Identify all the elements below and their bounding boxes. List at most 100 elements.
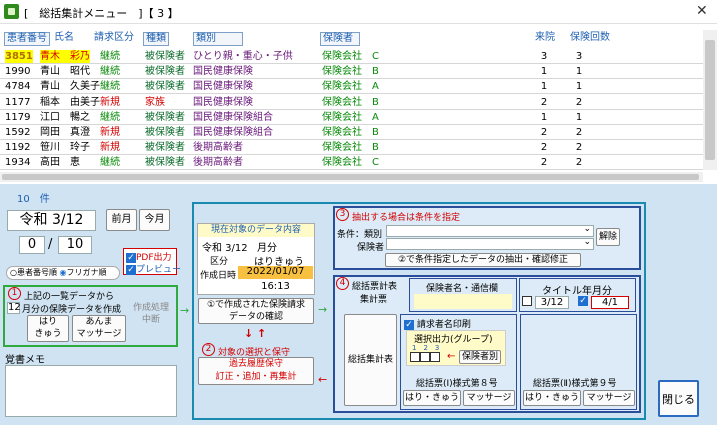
clear-condition-button[interactable]: 解除 <box>596 228 620 246</box>
header-insurer[interactable]: 保険者 <box>320 32 360 46</box>
preview-checkbox[interactable] <box>126 264 136 275</box>
group-2-checkbox[interactable] <box>420 352 430 362</box>
memo-label: 覚書メモ <box>5 355 45 366</box>
horizontal-scroll-thumb[interactable] <box>2 174 699 180</box>
visit-cell: 1 <box>540 81 548 93</box>
table-row[interactable]: 1179 江口 暢之 継続 被保険者 国民健康保険組合 保険会社 A 1 1 <box>0 110 703 125</box>
table-row[interactable]: 4784 青山 久美子 継続 被保険者 国民健康保険 保険会社 A 1 1 <box>0 79 703 95</box>
claimant-print-option[interactable]: 請求者名印刷 <box>404 317 471 330</box>
vertical-scroll-thumb[interactable] <box>705 40 715 160</box>
memo-textarea[interactable] <box>5 365 177 417</box>
form8-hari-button[interactable]: はり・きゅう <box>403 390 461 406</box>
insurance-times-cell: 1 <box>575 81 583 93</box>
page-total: 10 <box>58 236 92 254</box>
condition-insurer-select[interactable]: ⌄ <box>386 237 594 250</box>
insurer-cell: 保険会社 C <box>322 51 379 62</box>
extract-button[interactable]: ②で条件指定したデータの抽出・確認修正 <box>385 253 581 267</box>
radio-sort-id[interactable]: ○ <box>10 268 17 277</box>
step4-title: 総括票計表 <box>352 282 398 292</box>
patient-name-cell: 稲本 由美子 <box>40 96 100 108</box>
sort-radio-group: ○患者番号順 ◉フリガナ順 <box>6 266 120 280</box>
insurer-cell: 保険会社 A <box>322 111 379 123</box>
arrow-step1: → <box>180 304 190 317</box>
table-row[interactable]: 1934 高田 恵 継続 被保険者 後期高齢者 保険会社 C 2 2 <box>0 155 703 171</box>
visit-cell: 2 <box>540 142 548 154</box>
step4-number: 4 <box>336 277 349 290</box>
summary-table-button[interactable]: 総括集計表 <box>344 314 397 406</box>
header-name[interactable]: 氏名 <box>52 32 76 46</box>
insurance-times-cell: 2 <box>575 127 583 138</box>
created-date: 2022/01/07 <box>238 266 313 279</box>
table-row[interactable]: 1990 青山 昭代 継続 被保険者 国民健康保険 保険会社 B 1 1 <box>0 64 703 80</box>
table-row[interactable]: 1192 笹川 玲子 新規 被保険者 後期高齢者 保険会社 B 2 2 <box>0 140 703 156</box>
form9-label: 総括票(Ⅱ)様式第９号 <box>533 379 617 389</box>
visit-cell: 1 <box>540 111 548 123</box>
group-3-checkbox[interactable] <box>430 352 440 362</box>
record-count: 10 件 <box>17 194 50 205</box>
this-month-button[interactable]: 今月 <box>139 209 170 231</box>
app-icon <box>4 4 19 19</box>
kind-cell: 家族 <box>145 96 165 108</box>
header-visit[interactable]: 来院 <box>533 32 557 46</box>
created-time: 16:13 <box>261 281 290 292</box>
close-button[interactable]: 閉じる <box>658 380 699 417</box>
chevron-down-icon[interactable]: ⌄ <box>583 237 591 247</box>
header-patient-id[interactable]: 患者番号 <box>4 32 50 46</box>
current-data-title: 現在対象のデータ内容 <box>198 224 314 237</box>
step1-month-field[interactable]: 12 <box>7 302 21 314</box>
radio-sort-kana[interactable]: ◉ <box>60 268 67 277</box>
step2-number: 2 <box>202 343 215 356</box>
create-massage-button[interactable]: あんま マッサージ <box>72 315 126 342</box>
step4-subtitle: 集計票 <box>360 295 388 305</box>
prev-month-button[interactable]: 前月 <box>106 209 137 231</box>
target-month-field[interactable]: 令和 3/12 <box>7 210 96 231</box>
arrow-back: ← <box>318 373 328 386</box>
title-ym-a-field[interactable]: 3/12 <box>535 296 569 309</box>
kind-cell: 被保険者 <box>145 127 185 138</box>
claimant-print-checkbox[interactable] <box>404 319 414 330</box>
title-ym-b-field[interactable]: 4/1 <box>591 296 629 309</box>
form9-massage-button[interactable]: マッサージ <box>583 390 635 406</box>
table-row[interactable]: 1592 岡田 真澄 新規 被保険者 国民健康保険組合 保険会社 B 2 2 <box>0 125 703 140</box>
patient-name-cell: 青山 昭代 <box>40 66 90 78</box>
insurer-cell: 保険会社 B <box>322 96 379 108</box>
insurer-name-input[interactable] <box>414 294 512 309</box>
table-row[interactable]: 1177 稲本 由美子 新規 家族 国民健康保険 保険会社 B 2 2 <box>0 95 703 110</box>
by-insurer-button[interactable]: 保険者別 <box>459 350 501 364</box>
patient-name-cell: 笹川 玲子 <box>40 142 90 154</box>
chevron-down-icon[interactable]: ⌄ <box>583 224 591 234</box>
patient-id-cell: 1179 <box>5 111 31 123</box>
category-cell: 国民健康保険組合 <box>193 111 273 123</box>
category-cell: 国民健康保険組合 <box>193 127 273 138</box>
group-checkboxes[interactable] <box>410 352 440 363</box>
insurance-times-cell: 2 <box>575 96 583 108</box>
header-claim-type[interactable]: 請求区分 <box>92 32 136 46</box>
preview-option[interactable]: プレビュー <box>126 262 181 275</box>
insurance-times-cell: 2 <box>575 142 583 154</box>
page-current[interactable]: 0 <box>19 236 45 254</box>
header-category[interactable]: 類別 <box>193 32 243 46</box>
insurance-times-cell: 1 <box>575 66 583 78</box>
category-cell: 国民健康保険 <box>193 66 253 78</box>
condition-category-select[interactable]: ⌄ <box>386 224 594 237</box>
cancel-create-button[interactable]: 作成処理 中断 <box>130 302 172 328</box>
title-ym-a-option[interactable] <box>522 296 532 307</box>
kind-cell: 被保険者 <box>145 142 185 154</box>
table-row[interactable]: 3851 青木 彩乃 継続 被保険者 ひとり親・重心・子供 保険会社 C 3 3 <box>0 49 703 64</box>
form8-massage-button[interactable]: マッサージ <box>463 390 515 406</box>
group-1-checkbox[interactable] <box>410 352 420 362</box>
insurer-cell: 保険会社 B <box>322 127 379 138</box>
confirm-data-button[interactable]: ①で作成された保険請求 データの確認 <box>198 298 314 324</box>
header-insurance-times[interactable]: 保険回数 <box>568 32 612 46</box>
patient-name-cell: 江口 暢之 <box>40 111 90 123</box>
close-icon[interactable]: ✕ <box>696 3 708 19</box>
form9-hari-button[interactable]: はり・きゅう <box>523 390 581 406</box>
current-date: 令和 3/12 <box>202 243 248 254</box>
header-kind[interactable]: 種類 <box>143 32 169 46</box>
pdf-output-checkbox[interactable] <box>126 252 136 263</box>
create-hari-button[interactable]: はり きゅう <box>27 315 69 342</box>
history-maintenance-button[interactable]: 過去履歴保守 訂正・追加・再集計 <box>198 357 314 385</box>
kind-cell: 被保険者 <box>145 51 185 62</box>
title-ym-b-option[interactable] <box>578 296 588 307</box>
step1-number: 1 <box>8 287 21 300</box>
